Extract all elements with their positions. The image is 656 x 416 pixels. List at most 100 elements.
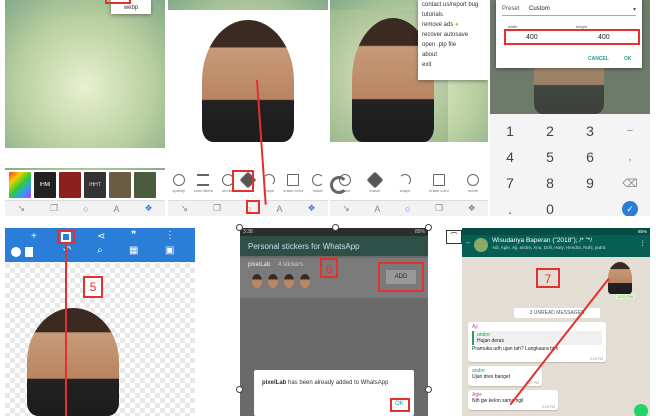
ok-button[interactable]: OK: [624, 56, 632, 62]
quoted-message: andre Hujan deras: [472, 331, 602, 345]
web-icon: ⌒: [446, 230, 462, 244]
panel-3-canvas: contact us/report bug tutorials remove a…: [330, 0, 488, 216]
key-3[interactable]: 3: [570, 118, 610, 144]
selection-handle[interactable]: [425, 224, 432, 231]
brush-icon[interactable]: [11, 247, 21, 257]
highlight-box: [105, 0, 131, 4]
key-2[interactable]: 2: [530, 118, 570, 144]
menu-item-exit[interactable]: exit: [418, 60, 488, 70]
back-icon[interactable]: ←: [465, 239, 472, 246]
text-icon[interactable]: A: [276, 204, 282, 214]
step-label-6: 6: [320, 258, 338, 278]
zoom-icon[interactable]: ⌕: [97, 245, 103, 256]
group-avatar[interactable]: [474, 238, 488, 252]
layers-icon[interactable]: ❖: [144, 203, 152, 214]
key-0[interactable]: 0: [530, 196, 570, 216]
key-9[interactable]: 9: [570, 170, 610, 196]
preset-row[interactable]: Preset Custom ▾: [502, 6, 636, 16]
editor-toolbar: + ⋖ ❞ ⋮ ↶ ⌕ ▦ ▣: [5, 228, 195, 262]
erase-color-tool[interactable]: erase color: [283, 173, 303, 193]
delete-icon[interactable]: [25, 247, 33, 257]
sticker-thumb: [252, 274, 262, 288]
backspace-icon[interactable]: ⌫: [610, 170, 650, 196]
height-input[interactable]: 400: [598, 34, 610, 41]
circle-icon[interactable]: ○: [405, 204, 410, 214]
size-highlight: [504, 29, 640, 45]
step-label-7: 7: [536, 268, 560, 288]
selection-handle[interactable]: [236, 224, 243, 231]
dialog-ok-button[interactable]: OK: [395, 401, 404, 407]
width-input[interactable]: 400: [526, 34, 538, 41]
panel-1-canvas: webp IHMI IHHT ↘ ❐ ○ A ❖: [5, 0, 165, 216]
menu-item-open-plp[interactable]: open .plp file: [418, 40, 488, 50]
menu-item-about[interactable]: about: [418, 50, 488, 60]
arrow-icon[interactable]: ↘: [180, 203, 188, 214]
key-4[interactable]: 4: [490, 144, 530, 170]
text-icon[interactable]: A: [374, 204, 380, 214]
panel-4-size-dialog: Preset Custom ▾ width height 400 400 CAN…: [490, 0, 650, 216]
key-6[interactable]: 6: [570, 144, 610, 170]
shape-tool[interactable]: shape: [399, 173, 412, 193]
circle-icon[interactable]: ○: [83, 204, 88, 214]
thumbnail[interactable]: [59, 172, 81, 198]
add-button[interactable]: ADD: [386, 270, 416, 284]
rotate-handle-icon[interactable]: [330, 176, 348, 194]
image-icon[interactable]: ▣: [165, 245, 174, 256]
photo-frame: [168, 10, 328, 142]
mode-tool[interactable]: mode: [466, 173, 479, 193]
layers-icon[interactable]: ❖: [468, 203, 476, 214]
coin-icon: ●: [455, 22, 459, 28]
done-key[interactable]: ✓: [610, 196, 650, 216]
key-7[interactable]: 7: [490, 170, 530, 196]
panel-2-canvas: opacity color filters stroke eraser shap…: [168, 0, 328, 216]
panel-7-whatsapp: 85% ← Wisudanya Baperan ("2018"); /* "*/…: [462, 228, 650, 416]
eraser-tool[interactable]: eraser: [366, 171, 384, 193]
erase-color-tool[interactable]: erase color: [429, 173, 449, 193]
text-icon[interactable]: A: [113, 204, 119, 214]
color-filters-tool[interactable]: color filters: [194, 173, 213, 193]
thumbnail-row: IHMI IHHT: [5, 170, 165, 200]
layers-icon[interactable]: ❖: [307, 203, 315, 214]
thumbnail[interactable]: [134, 172, 156, 198]
more-icon[interactable]: ⋮: [165, 230, 175, 241]
share-icon[interactable]: ⋖: [97, 231, 105, 242]
scroll-down-button[interactable]: [634, 404, 648, 416]
rotate-tool[interactable]: rotate: [311, 173, 324, 193]
thumbnail[interactable]: [109, 172, 131, 198]
sticker-thumbs: [252, 274, 310, 288]
copy-icon[interactable]: ❐: [435, 203, 443, 214]
copy-icon[interactable]: ❐: [213, 203, 221, 214]
copy-icon[interactable]: ❐: [50, 203, 58, 214]
key-5[interactable]: 5: [530, 144, 570, 170]
menu-item-contact[interactable]: contact us/report bug: [418, 0, 488, 10]
thumbnail[interactable]: [9, 172, 31, 198]
arrow-icon[interactable]: ↘: [17, 203, 25, 214]
menu-item-remove-ads[interactable]: remove ads ●: [418, 20, 488, 30]
add-icon[interactable]: +: [31, 231, 37, 242]
step-label-5: 5: [83, 276, 103, 298]
menu-item-tutorials[interactable]: tutorials: [418, 10, 488, 20]
sliders-icon: [197, 173, 210, 186]
key-minus[interactable]: −: [610, 118, 650, 144]
check-icon: ✓: [622, 201, 638, 216]
selection-handle[interactable]: [425, 386, 432, 393]
key-dot[interactable]: .: [490, 196, 530, 216]
sticker-thumb: [268, 274, 278, 288]
group-name: Wisudanya Baperan ("2018"); /* "*/: [492, 237, 593, 244]
grid-icon[interactable]: ▦: [129, 245, 138, 256]
thumbnail[interactable]: IHMI: [34, 172, 56, 198]
selection-handle[interactable]: [236, 386, 243, 393]
thumbnail[interactable]: IHHT: [84, 172, 106, 198]
selection-handle[interactable]: [332, 224, 339, 231]
arrow-icon[interactable]: ↘: [342, 203, 350, 214]
cancel-button[interactable]: CANCEL: [588, 56, 609, 62]
key-1[interactable]: 1: [490, 118, 530, 144]
opacity-tool[interactable]: opacity: [172, 173, 185, 193]
key-comma[interactable]: ,: [610, 144, 650, 170]
status-bar: 85%: [462, 228, 650, 235]
chat-message[interactable]: Aji andre Hujan deras Pramuka udh ujan t…: [468, 322, 606, 362]
quote-icon[interactable]: ❞: [131, 230, 136, 241]
key-8[interactable]: 8: [530, 170, 570, 196]
more-icon[interactable]: ⋮: [640, 239, 647, 247]
menu-item-recover[interactable]: recover autosave: [418, 30, 488, 40]
